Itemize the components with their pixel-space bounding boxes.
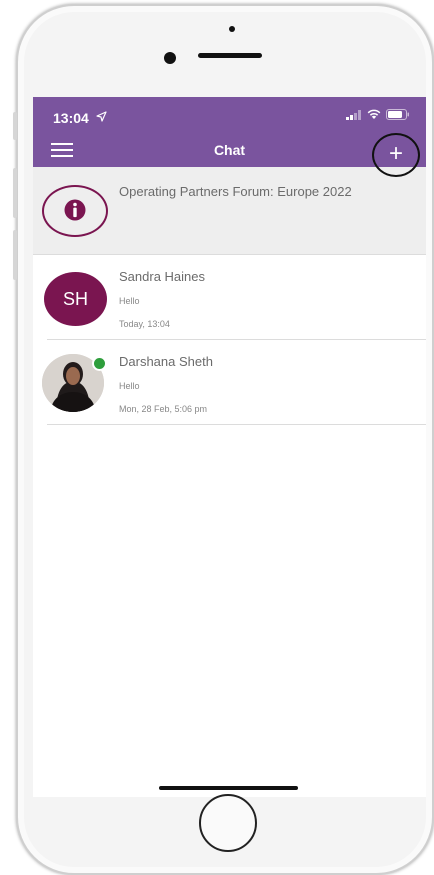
status-bar: 13:04 — [33, 97, 426, 134]
nav-bar: Chat — [33, 134, 426, 167]
proximity-sensor — [229, 26, 235, 32]
earpiece-speaker — [198, 53, 262, 58]
wifi-icon — [367, 109, 381, 119]
home-indicator — [159, 786, 298, 790]
chat-list-item[interactable]: SH Sandra Haines Hello Today, 13:04 — [33, 255, 426, 340]
chat-contact-name: Darshana Sheth — [119, 354, 213, 369]
chat-list-item[interactable]: Darshana Sheth Hello Mon, 28 Feb, 5:06 p… — [33, 340, 426, 425]
pinned-event-title: Operating Partners Forum: Europe 2022 — [119, 184, 352, 199]
page-title: Chat — [213, 142, 246, 158]
phone-side-button — [13, 112, 17, 140]
add-chat-button[interactable]: + — [372, 133, 420, 177]
status-time: 13:04 — [53, 110, 89, 126]
signal-icon — [346, 109, 361, 120]
avatar: SH — [44, 272, 107, 326]
phone-volume-down — [13, 230, 17, 280]
location-arrow-icon — [96, 111, 107, 122]
info-icon — [42, 185, 108, 237]
front-camera — [164, 52, 176, 64]
chat-contact-name: Sandra Haines — [119, 269, 205, 284]
app-screen: 13:04 Chat Operating Partners Forum: Eur… — [33, 97, 426, 797]
divider — [47, 424, 426, 425]
online-status-indicator — [92, 356, 107, 371]
pinned-event-row[interactable]: Operating Partners Forum: Europe 2022 — [33, 167, 426, 255]
chat-timestamp: Today, 13:04 — [119, 319, 170, 329]
chat-last-message: Hello — [119, 381, 140, 391]
phone-volume-up — [13, 168, 17, 218]
chat-last-message: Hello — [119, 296, 140, 306]
chat-timestamp: Mon, 28 Feb, 5:06 pm — [119, 404, 208, 414]
home-button[interactable] — [199, 794, 257, 852]
status-icons — [346, 109, 410, 120]
battery-icon — [386, 109, 409, 120]
